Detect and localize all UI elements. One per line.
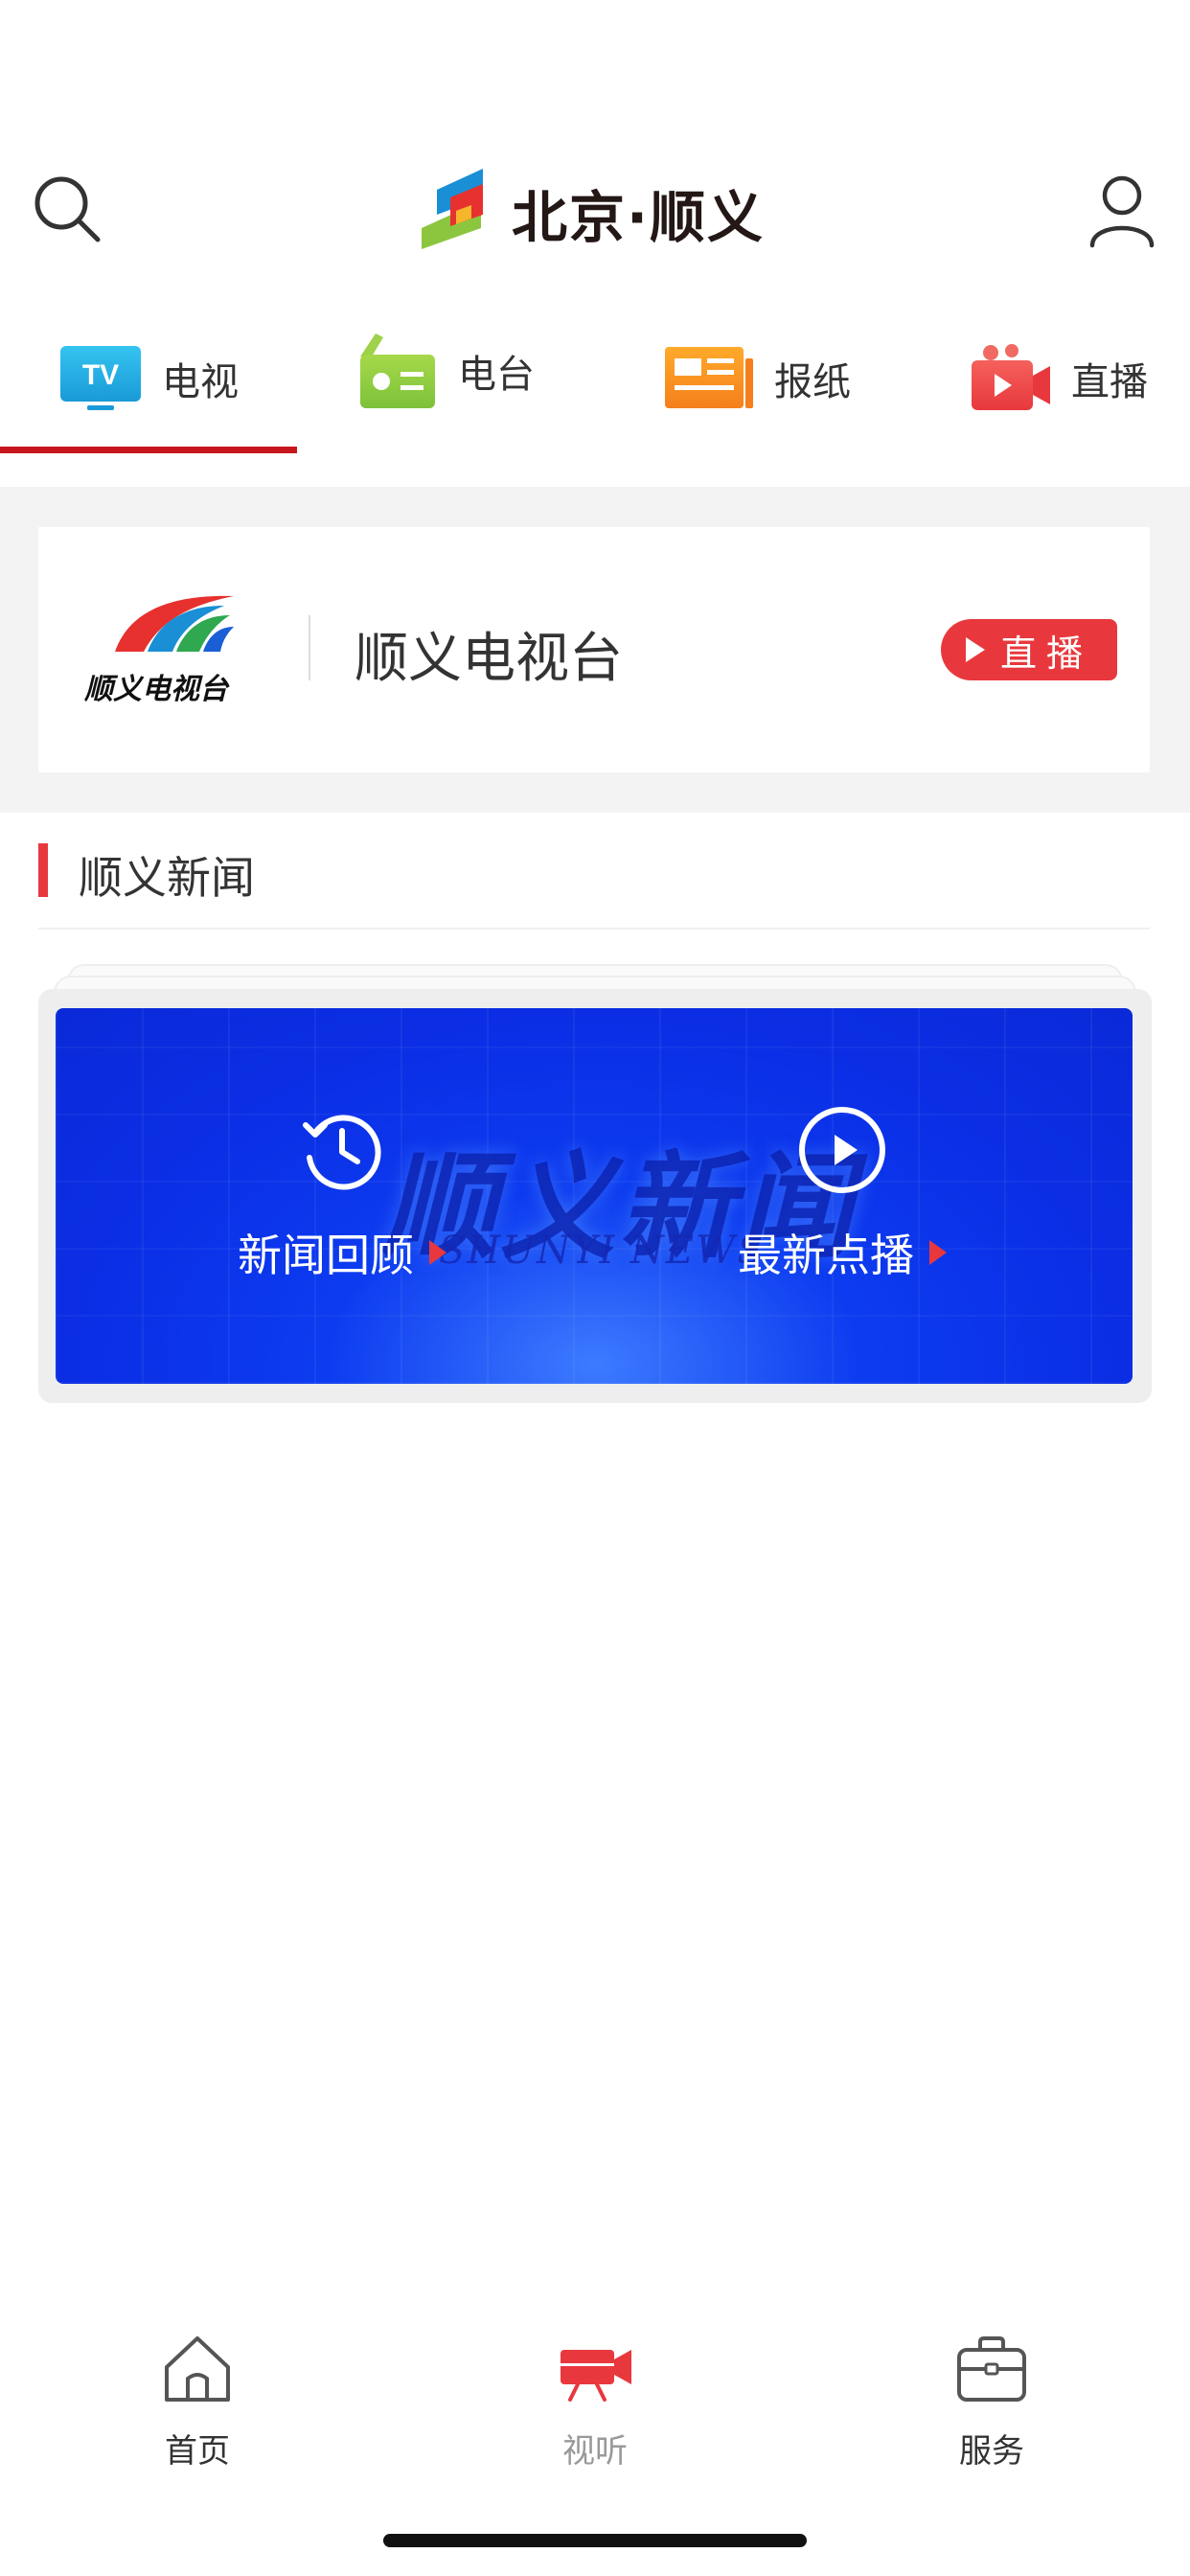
video-camera-icon bbox=[561, 2350, 631, 2402]
tab-live-label: 直播 bbox=[1071, 360, 1148, 404]
live-button[interactable]: 直播 bbox=[941, 619, 1117, 680]
banner-watermark-en: SHUNYI NEWS bbox=[439, 1229, 766, 1273]
tab-newspaper-label: 报纸 bbox=[774, 360, 851, 404]
nav-services[interactable]: 服务 bbox=[896, 2331, 1087, 2474]
news-review-button[interactable]: 新闻回顾 bbox=[238, 1104, 446, 1284]
nav-home[interactable]: 首页 bbox=[102, 2331, 293, 2474]
tab-tv[interactable]: TV 电视 bbox=[0, 307, 297, 450]
news-review-text: 新闻回顾 bbox=[238, 1230, 414, 1281]
user-icon bbox=[1089, 175, 1155, 248]
station-logo: 顺义电视台 bbox=[80, 585, 272, 715]
live-button-label: 直播 bbox=[999, 632, 1092, 675]
nav-video-label: 视听 bbox=[562, 2432, 628, 2471]
arrow-right-icon bbox=[929, 1240, 947, 1265]
app-header: 北京·顺义 bbox=[0, 144, 1190, 278]
active-tab-indicator bbox=[0, 447, 297, 453]
news-banner: 顺义新闻 SHUNYI NEWS 新闻回顾 最新点播 bbox=[56, 1008, 1133, 1384]
station-card[interactable]: 顺义电视台 顺义电视台 直播 bbox=[38, 527, 1150, 772]
station-logo-mark-icon bbox=[115, 595, 234, 652]
search-button[interactable] bbox=[31, 172, 107, 249]
latest-vod-text: 最新点播 bbox=[738, 1230, 914, 1281]
tv-icon: TV bbox=[60, 346, 141, 410]
tab-radio[interactable]: 电台 bbox=[326, 299, 565, 443]
nav-home-label: 首页 bbox=[165, 2432, 230, 2471]
play-icon bbox=[965, 637, 985, 662]
bottom-navigation: 首页 视听 服务 bbox=[0, 2319, 1190, 2482]
logo-mark-icon bbox=[422, 169, 483, 249]
user-profile-button[interactable] bbox=[1088, 172, 1156, 249]
section-accent-bar bbox=[38, 843, 48, 897]
latest-vod-label: 最新点播 bbox=[738, 1221, 947, 1284]
nav-services-label: 服务 bbox=[959, 2432, 1024, 2471]
tab-live[interactable]: 直播 bbox=[939, 307, 1179, 450]
briefcase-icon bbox=[957, 2336, 1026, 2402]
history-icon bbox=[303, 1115, 381, 1190]
station-divider bbox=[309, 615, 310, 680]
section-title: 顺义新闻 bbox=[79, 852, 255, 904]
radio-icon bbox=[360, 334, 435, 408]
news-card: 顺义新闻 SHUNYI NEWS 新闻回顾 最新点播 bbox=[38, 989, 1152, 1403]
latest-vod-button[interactable]: 最新点播 bbox=[738, 1104, 947, 1284]
logo-text: 北京·顺义 bbox=[512, 185, 766, 250]
station-logo-text: 顺义电视台 bbox=[84, 673, 228, 706]
live-camera-icon bbox=[972, 344, 1050, 410]
home-indicator[interactable] bbox=[383, 2534, 807, 2547]
news-review-label: 新闻回顾 bbox=[238, 1221, 446, 1284]
arrow-right-icon bbox=[429, 1240, 446, 1265]
svg-text:TV: TV bbox=[82, 359, 119, 391]
home-icon bbox=[165, 2336, 230, 2402]
tab-newspaper[interactable]: 报纸 bbox=[632, 307, 881, 450]
newspaper-icon bbox=[665, 347, 753, 408]
station-name: 顺义电视台 bbox=[355, 628, 623, 690]
search-icon bbox=[34, 176, 101, 242]
tab-radio-label: 电台 bbox=[458, 353, 535, 397]
app-logo: 北京·顺义 bbox=[414, 161, 788, 257]
media-tabs: TV 电视 电台 报纸 直播 bbox=[0, 307, 1190, 460]
section-divider bbox=[38, 928, 1150, 930]
tab-tv-label: 电视 bbox=[162, 360, 239, 404]
nav-video[interactable]: 视听 bbox=[499, 2331, 691, 2474]
play-circle-icon bbox=[799, 1107, 885, 1193]
